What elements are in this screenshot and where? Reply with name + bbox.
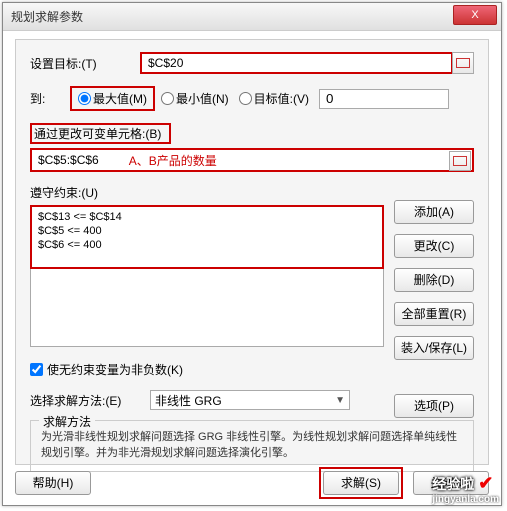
nonneg-row: 使无约束变量为非负数(K) bbox=[30, 361, 474, 378]
constraint-buttons: 添加(A) 更改(C) 删除(D) 全部重置(R) 装入/保存(L) bbox=[394, 200, 474, 360]
titlebar[interactable]: 规划求解参数 X bbox=[3, 3, 501, 31]
change-button[interactable]: 更改(C) bbox=[394, 234, 474, 258]
watermark-text: 经验啦 bbox=[432, 476, 474, 492]
target-cell-input[interactable]: $C$20 bbox=[140, 52, 453, 74]
by-changing-label: 通过更改可变单元格:(B) bbox=[30, 123, 171, 144]
changing-cells-value: $C$5:$C$6 bbox=[38, 153, 99, 167]
constraints-label-row: 遵守约束:(U) bbox=[30, 184, 474, 201]
constraints-listbox-ext[interactable] bbox=[30, 269, 384, 347]
constraint-line[interactable]: $C$6 <= 400 bbox=[38, 238, 376, 252]
main-panel: 设置目标:(T) $C$20 到: 最大值(M) 最小值(N) 目标值:(V) bbox=[15, 39, 489, 465]
help-button[interactable]: 帮助(H) bbox=[15, 471, 91, 495]
constraint-line[interactable]: $C$13 <= $C$14 bbox=[38, 210, 376, 224]
constraints-listbox[interactable]: $C$13 <= $C$14 $C$5 <= 400 $C$6 <= 400 bbox=[30, 205, 384, 269]
chevron-down-icon: ▼ bbox=[335, 395, 345, 406]
solve-button[interactable]: 求解(S) bbox=[323, 471, 399, 495]
by-changing-label-row: 通过更改可变单元格:(B) bbox=[30, 123, 474, 144]
changing-cells-input[interactable]: $C$5:$C$6 A、B产品的数量 bbox=[30, 148, 474, 172]
cells-range-picker-button[interactable] bbox=[449, 151, 471, 171]
solve-highlight: 求解(S) bbox=[319, 467, 403, 499]
method-legend: 求解方法 bbox=[39, 413, 95, 430]
delete-button[interactable]: 删除(D) bbox=[394, 268, 474, 292]
add-button[interactable]: 添加(A) bbox=[394, 200, 474, 224]
radio-value-label: 目标值:(V) bbox=[254, 90, 309, 107]
changing-cells-note: A、B产品的数量 bbox=[129, 152, 217, 169]
load-save-button[interactable]: 装入/保存(L) bbox=[394, 336, 474, 360]
watermark: 经验啦 ✔ jingyanla.com bbox=[432, 473, 499, 505]
method-fieldset: 求解方法 为光滑非线性规划求解问题选择 GRG 非线性引擎。为线性规划求解问题选… bbox=[30, 420, 474, 472]
method-description: 为光滑非线性规划求解问题选择 GRG 非线性引擎。为线性规划求解问题选择单纯线性… bbox=[41, 429, 463, 461]
target-row: 设置目标:(T) $C$20 bbox=[30, 52, 474, 74]
to-label: 到: bbox=[30, 90, 70, 107]
to-row: 到: 最大值(M) 最小值(N) 目标值:(V) bbox=[30, 86, 474, 111]
radio-value-input[interactable] bbox=[239, 92, 252, 105]
nonneg-label: 使无约束变量为非负数(K) bbox=[47, 361, 183, 378]
constraints-label: 遵守约束:(U) bbox=[30, 184, 98, 201]
dialog-window: 规划求解参数 X 设置目标:(T) $C$20 到: 最大值(M) 最小值(N) bbox=[2, 2, 502, 506]
watermark-url: jingyanla.com bbox=[432, 494, 499, 505]
radio-max[interactable]: 最大值(M) bbox=[78, 90, 147, 107]
radio-max-label: 最大值(M) bbox=[93, 90, 147, 107]
radio-min-input[interactable] bbox=[161, 92, 174, 105]
radio-min[interactable]: 最小值(N) bbox=[161, 90, 229, 107]
nonneg-checkbox[interactable] bbox=[30, 363, 43, 376]
close-window-button[interactable]: X bbox=[453, 5, 497, 25]
radio-max-input[interactable] bbox=[78, 92, 91, 105]
options-button[interactable]: 选项(P) bbox=[394, 394, 474, 418]
titlebar-blur bbox=[183, 9, 303, 25]
footer: 帮助(H) 求解(S) 关闭(O) bbox=[15, 469, 489, 497]
target-cell-value: $C$20 bbox=[148, 56, 183, 70]
radio-value[interactable]: 目标值:(V) bbox=[239, 90, 309, 107]
check-icon: ✔ bbox=[478, 473, 493, 493]
range-icon bbox=[453, 156, 467, 166]
radio-min-label: 最小值(N) bbox=[176, 90, 229, 107]
max-radio-highlight: 最大值(M) bbox=[70, 86, 155, 111]
reset-button[interactable]: 全部重置(R) bbox=[394, 302, 474, 326]
target-range-picker-button[interactable] bbox=[452, 52, 474, 74]
window-title: 规划求解参数 bbox=[7, 8, 83, 25]
method-select[interactable]: 非线性 GRG ▼ bbox=[150, 390, 350, 410]
method-label: 选择求解方法:(E) bbox=[30, 392, 140, 409]
constraint-line[interactable]: $C$5 <= 400 bbox=[38, 224, 376, 238]
value-of-input[interactable] bbox=[319, 89, 449, 109]
range-icon bbox=[456, 58, 470, 68]
method-value: 非线性 GRG bbox=[155, 392, 222, 409]
set-target-label: 设置目标:(T) bbox=[30, 55, 140, 72]
